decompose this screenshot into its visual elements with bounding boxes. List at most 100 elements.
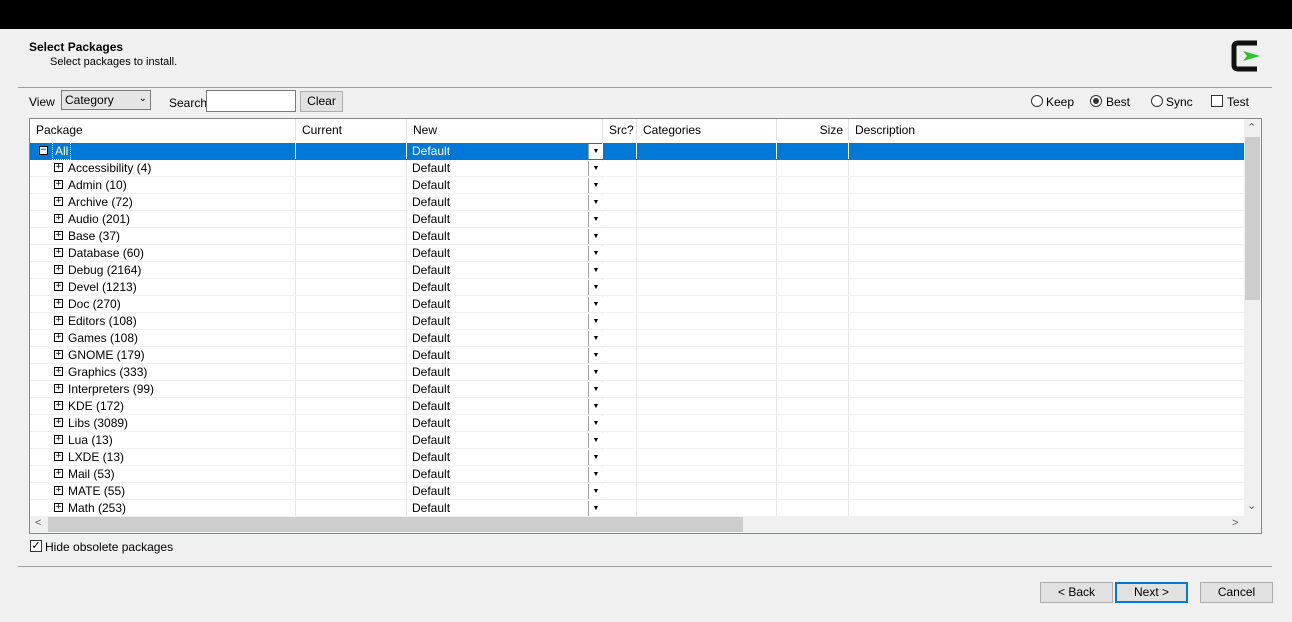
dropdown-arrow-icon[interactable]: ▼ [588,331,603,346]
expand-icon[interactable]: + [54,367,63,376]
new-action-dropdown[interactable]: Default ▼ [410,178,603,193]
sync-radio[interactable] [1151,95,1163,107]
back-button[interactable]: < Back [1040,582,1113,603]
test-checkbox[interactable] [1211,95,1223,107]
expand-icon[interactable]: + [54,316,63,325]
column-header-src[interactable]: Src? [603,119,637,141]
expand-icon[interactable]: + [54,401,63,410]
vertical-scrollbar[interactable]: ⌃ ⌄ [1244,119,1261,517]
new-action-dropdown[interactable]: Default ▼ [410,280,603,295]
view-select[interactable]: Category ⌄ [61,90,151,110]
expand-icon[interactable]: + [54,180,63,189]
table-row[interactable]: + LXDE (13) Default ▼ [30,449,1245,466]
column-header-size[interactable]: Size [777,119,849,141]
dropdown-arrow-icon[interactable]: ▼ [588,212,603,227]
column-header-new[interactable]: New [407,119,603,141]
new-action-dropdown[interactable]: Default ▼ [410,416,603,431]
new-action-dropdown[interactable]: Default ▼ [410,331,603,346]
hide-obsolete-checkbox[interactable]: ✓ [30,540,42,552]
table-row[interactable]: + Audio (201) Default ▼ [30,211,1245,228]
column-header-current[interactable]: Current [296,119,407,141]
new-action-dropdown[interactable]: Default ▼ [410,501,603,516]
table-row[interactable]: + Editors (108) Default ▼ [30,313,1245,330]
new-action-dropdown[interactable]: Default ▼ [410,365,603,380]
dropdown-arrow-icon[interactable]: ▼ [588,161,603,176]
dropdown-arrow-icon[interactable]: ▼ [588,280,603,295]
dropdown-arrow-icon[interactable]: ▼ [588,365,603,380]
search-input[interactable] [206,90,296,112]
expand-icon[interactable]: + [54,350,63,359]
dropdown-arrow-icon[interactable]: ▼ [588,144,603,159]
package-grid[interactable]: Package Current New Src? Categories Size… [29,118,1262,534]
new-action-dropdown[interactable]: Default ▼ [410,229,603,244]
expand-icon[interactable]: + [54,231,63,240]
table-row[interactable]: + Libs (3089) Default ▼ [30,415,1245,432]
table-row[interactable]: + Database (60) Default ▼ [30,245,1245,262]
collapse-icon[interactable]: − [39,146,48,155]
clear-button[interactable]: Clear [300,91,343,112]
table-row[interactable]: + KDE (172) Default ▼ [30,398,1245,415]
expand-icon[interactable]: + [54,299,63,308]
expand-icon[interactable]: + [54,282,63,291]
cancel-button[interactable]: Cancel [1200,582,1273,603]
dropdown-arrow-icon[interactable]: ▼ [588,382,603,397]
new-action-dropdown[interactable]: Default ▼ [410,144,603,159]
horizontal-scroll-thumb[interactable] [48,517,743,532]
table-row[interactable]: + Interpreters (99) Default ▼ [30,381,1245,398]
expand-icon[interactable]: + [54,503,63,512]
dropdown-arrow-icon[interactable]: ▼ [588,484,603,499]
new-action-dropdown[interactable]: Default ▼ [410,314,603,329]
table-row[interactable]: + Mail (53) Default ▼ [30,466,1245,483]
vertical-scroll-thumb[interactable] [1245,137,1260,300]
expand-icon[interactable]: + [54,163,63,172]
next-button[interactable]: Next > [1115,582,1188,603]
table-row[interactable]: + Devel (1213) Default ▼ [30,279,1245,296]
table-row[interactable]: + Doc (270) Default ▼ [30,296,1245,313]
expand-icon[interactable]: + [54,486,63,495]
dropdown-arrow-icon[interactable]: ▼ [588,348,603,363]
expand-icon[interactable]: + [54,197,63,206]
expand-icon[interactable]: + [54,435,63,444]
best-radio[interactable] [1090,95,1102,107]
dropdown-arrow-icon[interactable]: ▼ [588,229,603,244]
column-header-categories[interactable]: Categories [637,119,777,141]
keep-radio[interactable] [1031,95,1043,107]
dropdown-arrow-icon[interactable]: ▼ [588,501,603,516]
expand-icon[interactable]: + [54,452,63,461]
horizontal-scrollbar[interactable]: < > [30,516,1261,533]
dropdown-arrow-icon[interactable]: ▼ [588,416,603,431]
new-action-dropdown[interactable]: Default ▼ [410,450,603,465]
column-header-description[interactable]: Description [849,119,1245,141]
dropdown-arrow-icon[interactable]: ▼ [588,263,603,278]
table-row[interactable]: + Archive (72) Default ▼ [30,194,1245,211]
new-action-dropdown[interactable]: Default ▼ [410,399,603,414]
expand-icon[interactable]: + [54,384,63,393]
table-row[interactable]: + Accessibility (4) Default ▼ [30,160,1245,177]
scroll-down-icon[interactable]: ⌄ [1247,499,1256,512]
dropdown-arrow-icon[interactable]: ▼ [588,314,603,329]
table-row[interactable]: + Lua (13) Default ▼ [30,432,1245,449]
scroll-right-icon[interactable]: > [1232,517,1238,529]
dropdown-arrow-icon[interactable]: ▼ [588,178,603,193]
column-header-package[interactable]: Package [30,119,296,141]
expand-icon[interactable]: + [54,333,63,342]
scroll-up-icon[interactable]: ⌃ [1247,121,1256,134]
table-row[interactable]: + Games (108) Default ▼ [30,330,1245,347]
table-row[interactable]: + Debug (2164) Default ▼ [30,262,1245,279]
dropdown-arrow-icon[interactable]: ▼ [588,433,603,448]
table-row[interactable]: + Math (253) Default ▼ [30,500,1245,517]
expand-icon[interactable]: + [54,469,63,478]
expand-icon[interactable]: + [54,248,63,257]
table-row[interactable]: − All Default ▼ [30,142,1245,160]
new-action-dropdown[interactable]: Default ▼ [410,348,603,363]
new-action-dropdown[interactable]: Default ▼ [410,467,603,482]
dropdown-arrow-icon[interactable]: ▼ [588,399,603,414]
dropdown-arrow-icon[interactable]: ▼ [588,467,603,482]
table-row[interactable]: + Graphics (333) Default ▼ [30,364,1245,381]
table-row[interactable]: + Base (37) Default ▼ [30,228,1245,245]
table-row[interactable]: + Admin (10) Default ▼ [30,177,1245,194]
new-action-dropdown[interactable]: Default ▼ [410,246,603,261]
expand-icon[interactable]: + [54,214,63,223]
new-action-dropdown[interactable]: Default ▼ [410,195,603,210]
expand-icon[interactable]: + [54,265,63,274]
